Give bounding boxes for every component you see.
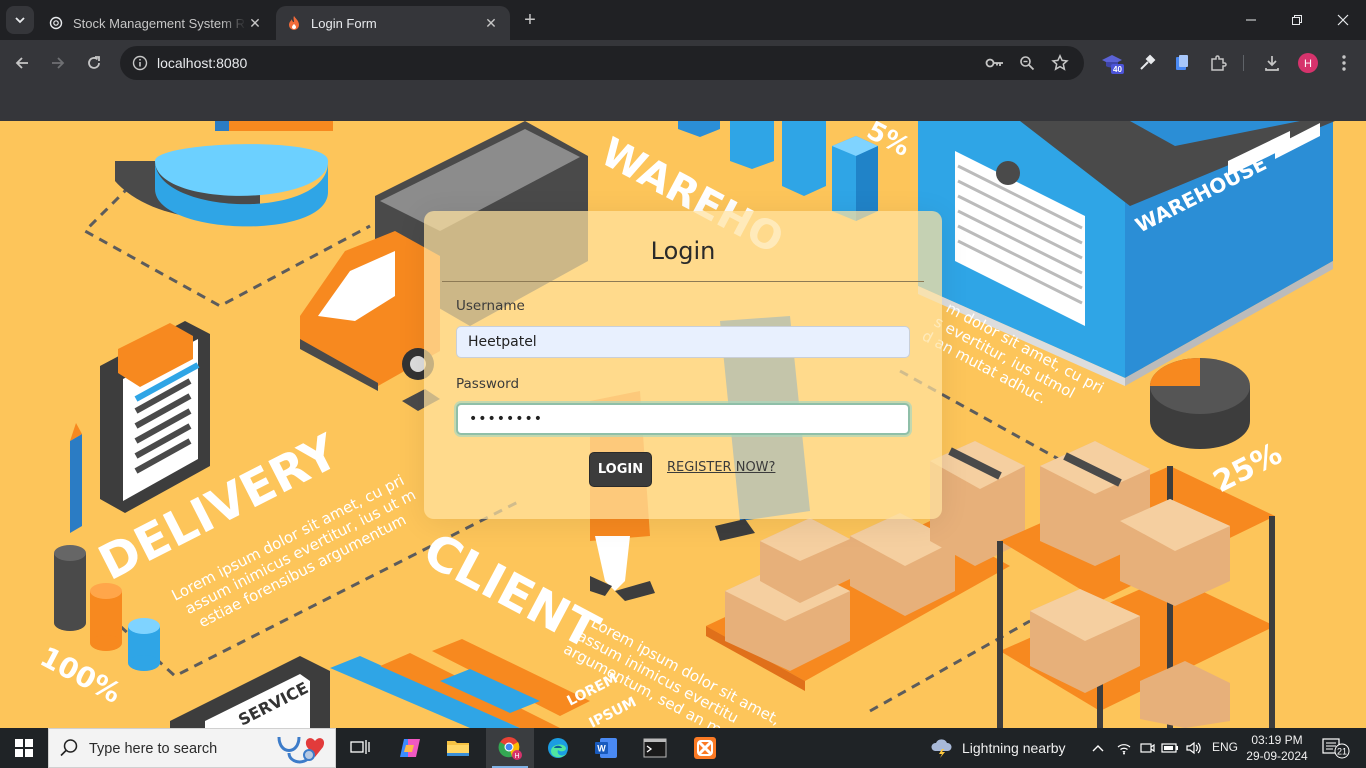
stethoscope-heart-icon — [277, 736, 325, 764]
google-docs-offline-icon[interactable] — [1170, 51, 1194, 75]
browser-toolbar: localhost:8080 40 H — [0, 40, 1366, 86]
svg-text:H: H — [514, 753, 519, 760]
weather-storm-icon[interactable] — [930, 738, 954, 758]
username-label: Username — [456, 298, 525, 314]
reload-icon — [88, 56, 100, 69]
url-text: localhost:8080 — [157, 55, 248, 71]
divider — [442, 281, 924, 282]
page-viewport: DELIVERY CLIENT WAREHO WAREHOUSE 25% 100… — [0, 121, 1366, 728]
extensions-puzzle-icon[interactable] — [1206, 51, 1230, 75]
close-icon — [1337, 14, 1349, 26]
windows-logo-icon — [15, 739, 33, 757]
network-icon[interactable] — [1114, 738, 1134, 758]
close-icon[interactable]: ✕ — [482, 14, 500, 32]
bookmarks-bar — [0, 86, 1366, 121]
arrow-right-icon — [52, 57, 65, 69]
login-form-card: Login Username Password LOGIN REGISTER N… — [424, 211, 942, 519]
password-label: Password — [456, 376, 520, 392]
toolbar-divider — [1243, 55, 1244, 71]
tab-title: Stock Management System Rep — [73, 15, 246, 31]
extension-badge: 40 — [1113, 65, 1122, 74]
webcam-icon[interactable] — [1137, 738, 1157, 758]
volume-icon[interactable] — [1184, 738, 1204, 758]
terminal-taskbar-button[interactable] — [631, 728, 679, 768]
minimize-icon — [1246, 19, 1256, 21]
start-button[interactable] — [0, 728, 48, 768]
pencil-icon — [70, 423, 82, 533]
site-info-icon[interactable] — [128, 51, 152, 75]
notification-icon: 21 — [1322, 738, 1350, 759]
language-indicator[interactable]: ENG — [1212, 740, 1238, 754]
search-icon — [60, 739, 78, 757]
arrow-left-icon — [15, 57, 28, 69]
chevron-up-icon[interactable] — [1088, 738, 1108, 758]
search-placeholder: Type here to search — [89, 741, 218, 757]
taskbar-search-box[interactable]: Type here to search — [48, 728, 336, 768]
folder-icon — [447, 741, 469, 756]
chevron-down-icon — [15, 17, 25, 24]
forward-button[interactable] — [44, 49, 72, 77]
word-taskbar-button[interactable]: W — [582, 728, 630, 768]
file-explorer-button[interactable] — [434, 728, 482, 768]
address-bar[interactable]: localhost:8080 — [120, 46, 1084, 80]
tab-title: Login Form — [311, 15, 377, 31]
password-key-icon[interactable] — [983, 51, 1007, 75]
chrome-taskbar-button[interactable]: H — [486, 728, 534, 768]
terminal-icon — [643, 738, 667, 758]
edge-icon — [548, 738, 568, 758]
login-button[interactable]: LOGIN — [589, 452, 652, 487]
svg-text:H: H — [1304, 58, 1312, 70]
password-input[interactable] — [456, 403, 910, 435]
xampp-icon — [694, 737, 716, 759]
system-clock[interactable]: 03:19 PM 29-09-2024 — [1242, 732, 1312, 764]
svg-text:W: W — [597, 744, 606, 754]
tab-login-form[interactable]: Login Form ✕ — [276, 6, 510, 40]
register-link[interactable]: REGISTER NOW? — [667, 460, 775, 475]
task-view-button[interactable] — [336, 728, 384, 768]
eyedropper-icon[interactable] — [1135, 51, 1159, 75]
bookmark-star-icon[interactable] — [1048, 51, 1072, 75]
clock-date: 29-09-2024 — [1246, 749, 1308, 763]
xampp-taskbar-button[interactable] — [681, 728, 729, 768]
weather-text[interactable]: Lightning nearby — [962, 740, 1066, 756]
back-button[interactable] — [8, 49, 36, 77]
copilot-icon — [400, 739, 420, 757]
new-tab-button[interactable]: + — [518, 9, 542, 33]
chrome-icon: H — [498, 737, 522, 760]
reload-button[interactable] — [80, 49, 108, 77]
close-icon[interactable]: ✕ — [246, 14, 264, 32]
tab-stock-management[interactable]: Stock Management System Rep ✕ — [38, 6, 274, 40]
extension-graduation-icon[interactable]: 40 — [1100, 51, 1124, 75]
word-icon: W — [595, 738, 617, 758]
copilot-button[interactable] — [386, 728, 434, 768]
svg-text:21: 21 — [1337, 747, 1347, 757]
openai-icon — [48, 15, 64, 31]
username-input[interactable] — [456, 326, 910, 358]
windows-taskbar: Type here to search H W Lightning nearby — [0, 728, 1366, 768]
edge-taskbar-button[interactable] — [534, 728, 582, 768]
browser-tabstrip: Stock Management System Rep ✕ Login Form… — [0, 0, 1366, 40]
kebab-menu-icon[interactable] — [1332, 51, 1356, 75]
profile-avatar[interactable]: H — [1296, 51, 1320, 75]
battery-icon[interactable] — [1160, 738, 1180, 758]
fire-icon — [286, 15, 302, 31]
restore-icon — [1292, 15, 1302, 25]
download-icon[interactable] — [1260, 51, 1284, 75]
tab-search-button[interactable] — [6, 6, 34, 34]
task-view-icon — [350, 740, 370, 754]
close-window-button[interactable] — [1320, 0, 1366, 40]
minimize-button[interactable] — [1228, 0, 1274, 40]
pie-chart — [1150, 358, 1250, 449]
clock-time: 03:19 PM — [1251, 733, 1303, 747]
notification-center-button[interactable]: 21 — [1322, 738, 1352, 759]
zoom-icon[interactable] — [1015, 51, 1039, 75]
login-title: Login — [650, 237, 716, 265]
restore-button[interactable] — [1274, 0, 1320, 40]
